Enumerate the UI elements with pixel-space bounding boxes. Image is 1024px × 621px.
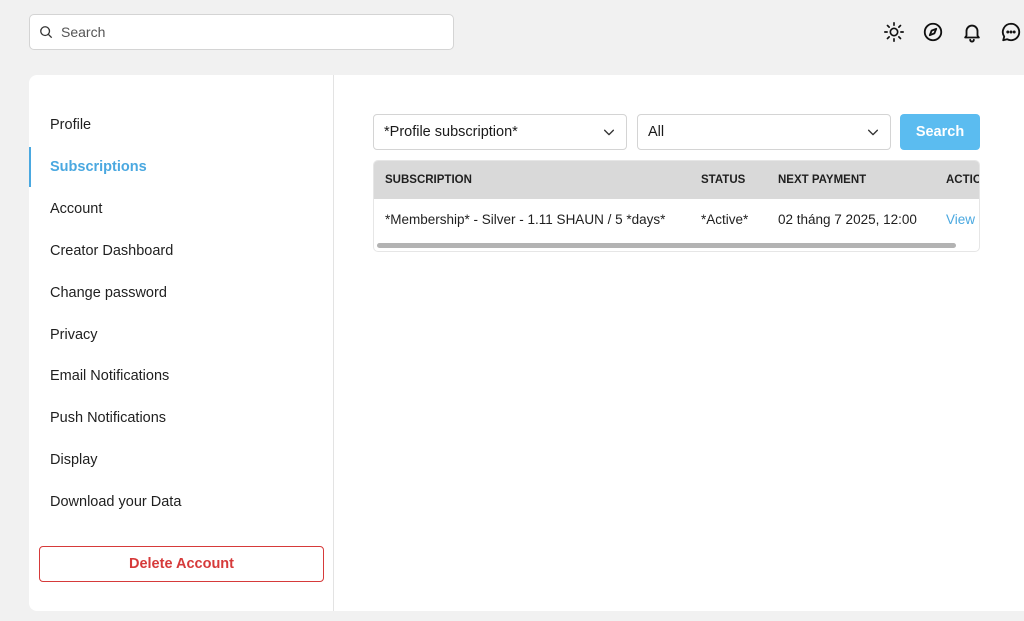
chevron-down-icon (603, 129, 615, 136)
sidebar-item-push-notifications[interactable]: Push Notifications (29, 398, 334, 438)
search-button[interactable]: Search (900, 114, 980, 150)
header-actions: ACTIONS (946, 174, 979, 186)
search-icon (40, 26, 53, 39)
header-status: STATUS (701, 174, 746, 186)
sidebar-item-change-password[interactable]: Change password (29, 273, 334, 313)
subscription-type-value: *Profile subscription* (384, 124, 518, 140)
status-select-value: All (648, 124, 665, 140)
delete-account-button[interactable]: Delete Account (39, 546, 324, 582)
cell-next-payment: 02 tháng 7 2025, 12:00 (778, 212, 917, 227)
top-icon-bar (882, 20, 1023, 44)
sidebar-item-email-notifications[interactable]: Email Notifications (29, 356, 334, 396)
view-link[interactable]: View (946, 199, 975, 241)
table-row: *Membership* - Silver - 1.11 SHAUN / 5 *… (374, 199, 979, 241)
sidebar-item-display[interactable]: Display (29, 440, 334, 480)
sidebar-item-download-data[interactable]: Download your Data (29, 482, 334, 522)
sidebar-item-label: Account (50, 201, 103, 217)
subscriptions-table: SUBSCRIPTION STATUS NEXT PAYMENT ACTIONS… (373, 160, 980, 252)
header-subscription: SUBSCRIPTION (385, 174, 472, 186)
status-select[interactable]: All (637, 114, 891, 150)
sidebar-item-label: Email Notifications (50, 368, 170, 384)
settings-sidebar: Profile Subscriptions Account Creator Da… (29, 75, 334, 611)
chevron-down-icon (867, 129, 879, 136)
search-box[interactable] (29, 14, 454, 50)
table-header: SUBSCRIPTION STATUS NEXT PAYMENT ACTIONS (374, 161, 979, 199)
sidebar-item-privacy[interactable]: Privacy (29, 315, 334, 355)
sidebar-item-subscriptions[interactable]: Subscriptions (29, 147, 334, 187)
bell-icon[interactable] (960, 20, 984, 44)
horizontal-scrollbar[interactable] (377, 243, 956, 248)
sidebar-item-label: Creator Dashboard (50, 243, 174, 259)
sidebar-item-creator-dashboard[interactable]: Creator Dashboard (29, 231, 334, 271)
compass-icon[interactable] (921, 20, 945, 44)
sidebar-item-label: Change password (50, 285, 167, 301)
sidebar-item-label: Subscriptions (50, 159, 147, 175)
sidebar-item-label: Push Notifications (50, 410, 167, 426)
search-input[interactable] (61, 24, 441, 40)
settings-card: Profile Subscriptions Account Creator Da… (29, 75, 1024, 611)
cell-subscription: *Membership* - Silver - 1.11 SHAUN / 5 *… (385, 212, 666, 227)
cell-status: *Active* (701, 212, 749, 227)
sidebar-item-account[interactable]: Account (29, 189, 334, 229)
sidebar-item-label: Profile (50, 117, 92, 133)
sidebar-item-label: Display (50, 452, 98, 468)
sidebar-item-label: Privacy (50, 327, 98, 343)
sidebar-item-label: Download your Data (50, 494, 182, 510)
chat-icon[interactable] (999, 20, 1023, 44)
header-next-payment: NEXT PAYMENT (778, 174, 867, 186)
subscription-type-select[interactable]: *Profile subscription* (373, 114, 627, 150)
sun-icon[interactable] (882, 20, 906, 44)
sidebar-item-profile[interactable]: Profile (29, 105, 334, 145)
